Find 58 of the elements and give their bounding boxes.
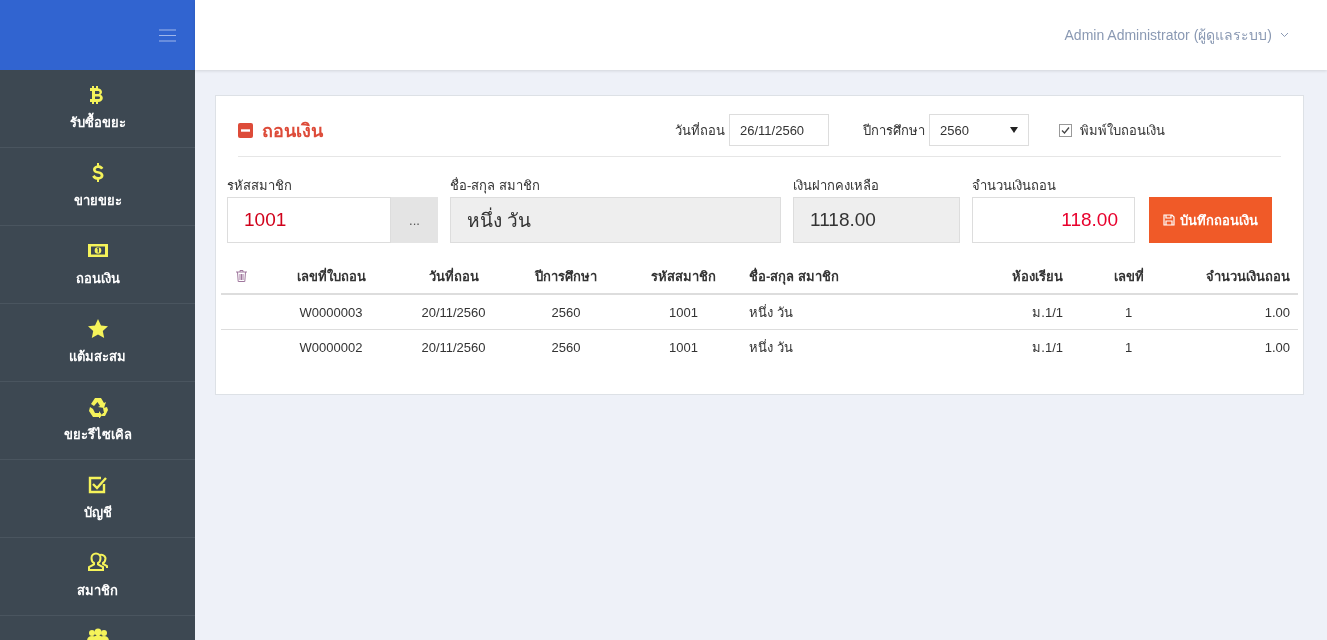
panel-title: ถอนเงิน: [262, 119, 323, 143]
column-header: ปีการศึกษา: [533, 267, 598, 286]
sidebar-item[interactable]: บัญชี: [0, 460, 195, 538]
column-header: เลขที่: [1112, 266, 1145, 286]
column-header: ชื่อ-สกุล สมาชิก: [748, 266, 840, 287]
column-header: วันที่ถอน: [427, 266, 480, 286]
sidebar-item[interactable]: สมาชิก: [0, 538, 195, 616]
sidebar-item[interactable]: รับซื้อขยะ: [0, 70, 195, 148]
readonly-field: 1118.00: [793, 197, 960, 243]
member-id-field[interactable]: 1001: [227, 197, 391, 243]
user-icon: [86, 552, 109, 574]
table-cell-text: 1001: [668, 303, 699, 322]
table-cell-text: 2560: [550, 303, 582, 322]
table-cell-text: 1.00: [1263, 303, 1291, 322]
amount-field[interactable]: 118.00: [972, 197, 1135, 243]
star-icon: [86, 318, 109, 340]
table-cell-text: 20/11/2560: [420, 303, 487, 322]
minus-square-icon[interactable]: [238, 122, 253, 138]
table-cell-text: W0000003: [298, 303, 364, 322]
browse-button[interactable]: ...: [391, 197, 438, 243]
print-label: พิมพ์ใบถอนเงิน: [1080, 121, 1165, 140]
table-cell-text: หนึ่ง วัน: [748, 303, 794, 322]
field-label: รหัสสมาชิก: [227, 177, 293, 195]
table-cell-text: 1: [1123, 303, 1134, 322]
group-icon[interactable]: [86, 627, 109, 640]
save-icon: [1163, 214, 1175, 226]
sidebar-item[interactable]: แต้มสะสม: [0, 304, 195, 382]
table-cell-text: 20/11/2560: [420, 338, 487, 357]
sidebar-item[interactable]: ขายขยะ: [0, 148, 195, 226]
column-header: รหัสสมาชิก: [650, 267, 717, 286]
checkbox-icon: [86, 474, 109, 496]
sidebar-item[interactable]: ถอนเงิน: [0, 226, 195, 304]
table-cell-text: 1001: [668, 338, 699, 357]
table-cell-text: 1.00: [1263, 338, 1291, 357]
dropdown-caret-icon[interactable]: [1010, 127, 1018, 133]
field-label: ชื่อ-สกุล สมาชิก: [450, 176, 541, 196]
trash-icon[interactable]: [235, 270, 247, 282]
table-cell-text: ม.1/1: [1031, 303, 1064, 322]
menu-icon[interactable]: [159, 28, 176, 42]
field-label: เงินฝากคงเหลือ: [793, 177, 880, 195]
column-header: จำนวนเงินถอน: [1205, 267, 1291, 286]
year-dropdown[interactable]: 2560: [929, 114, 1029, 146]
column-header: ห้องเรียน: [1011, 267, 1064, 286]
table-cell-text: 1: [1123, 338, 1134, 357]
readonly-field: หนึ่ง วัน: [450, 197, 781, 243]
table-cell-text: 2560: [550, 338, 582, 357]
print-checkbox[interactable]: [1059, 123, 1072, 137]
date-field[interactable]: 26/11/2560: [729, 114, 829, 146]
column-header: เลขที่ใบถอน: [295, 266, 367, 286]
chevron-down-icon[interactable]: [1280, 32, 1289, 38]
year-label: ปีการศึกษา: [863, 121, 925, 140]
date-label: วันที่ถอน: [675, 121, 725, 140]
field-label: จำนวนเงินถอน: [972, 177, 1057, 195]
table-cell-text: ม.1/1: [1031, 338, 1064, 357]
sidebar-item[interactable]: ขยะรีไซเคิล: [0, 382, 195, 460]
table-cell-text: W0000002: [298, 338, 364, 357]
recycle-icon: [86, 396, 109, 418]
table-cell-text: หนึ่ง วัน: [748, 338, 794, 357]
